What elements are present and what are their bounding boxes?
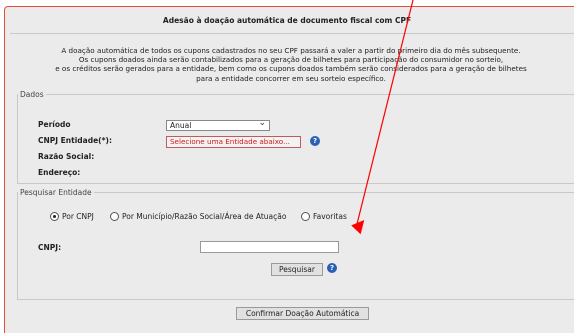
annotation-arrow xyxy=(351,0,414,235)
arrow-head xyxy=(351,220,365,235)
arrow-shaft xyxy=(356,0,414,225)
